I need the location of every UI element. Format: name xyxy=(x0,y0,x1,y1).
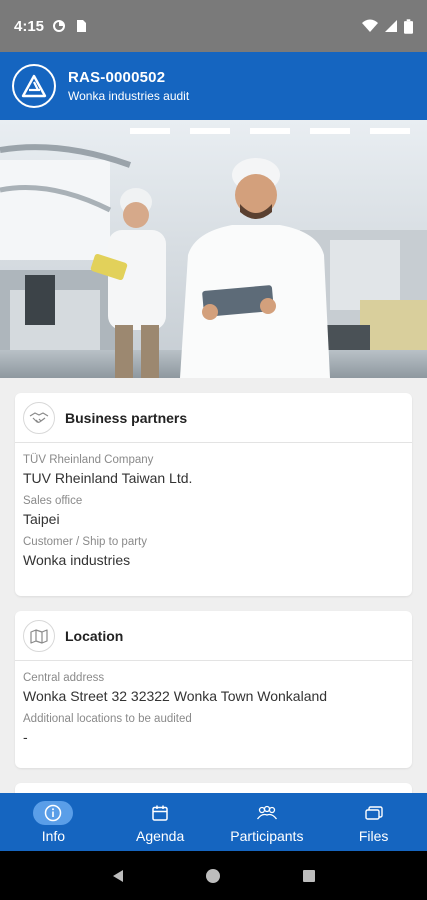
business-partners-header[interactable]: Business partners xyxy=(15,393,412,443)
field-value: - xyxy=(23,729,28,745)
field-value: Wonka industries xyxy=(23,552,131,568)
nav-item-agenda[interactable]: Agenda xyxy=(107,793,214,851)
sim-card-icon xyxy=(77,20,87,32)
files-icon xyxy=(364,805,383,820)
tuv-logo-icon[interactable] xyxy=(12,64,56,108)
page-title: RAS-0000502 xyxy=(68,69,166,86)
battery-icon xyxy=(404,18,413,34)
card-title: Business partners xyxy=(65,409,188,426)
location-card: Location Central address Wonka Street 32… xyxy=(15,611,412,768)
status-time: 4:15 xyxy=(14,17,45,35)
system-nav-bar xyxy=(0,851,427,900)
field-value: TUV Rheinland Taiwan Ltd. xyxy=(23,470,193,486)
next-card xyxy=(15,783,412,793)
nav-label: Info xyxy=(41,827,66,844)
page-subtitle: Wonka industries audit xyxy=(68,89,190,103)
business-partners-card: Business partners TÜV Rheinland Company … xyxy=(15,393,412,596)
app-header: RAS-0000502 Wonka industries audit xyxy=(0,52,427,120)
people-icon xyxy=(256,805,277,819)
factory-workers-photo xyxy=(0,120,427,378)
nav-label: Agenda xyxy=(135,827,185,844)
field-label: Central address xyxy=(23,672,105,684)
field-label: Customer / Ship to party xyxy=(23,536,147,548)
wifi-icon xyxy=(362,19,378,32)
back-icon[interactable] xyxy=(110,868,126,884)
handshake-icon xyxy=(23,401,55,434)
signal-icon xyxy=(385,20,397,32)
content-area[interactable]: Business partners TÜV Rheinland Company … xyxy=(0,378,427,793)
status-bar: 4:15 xyxy=(0,0,427,52)
card-title: Location xyxy=(65,627,124,644)
field-label: Additional locations to be audited xyxy=(23,713,192,725)
field-label: Sales office xyxy=(23,495,83,507)
home-icon[interactable] xyxy=(205,868,221,884)
nav-label: Files xyxy=(358,827,389,844)
map-icon xyxy=(23,619,55,652)
nav-item-files[interactable]: Files xyxy=(320,793,427,851)
nav-label: Participants xyxy=(230,827,304,844)
location-header[interactable]: Location xyxy=(15,611,412,661)
nav-item-participants[interactable]: Participants xyxy=(214,793,321,851)
field-value: Wonka Street 32 32322 Wonka Town Wonkala… xyxy=(23,688,328,704)
field-label: TÜV Rheinland Company xyxy=(23,454,154,466)
recents-icon[interactable] xyxy=(301,868,317,884)
data-saver-icon xyxy=(53,20,66,32)
field-value: Taipei xyxy=(23,511,60,527)
bottom-nav: Info Agenda Participants Files xyxy=(0,793,427,851)
info-icon xyxy=(45,804,62,821)
nav-item-info[interactable]: Info xyxy=(0,793,107,851)
calendar-icon xyxy=(152,805,168,821)
